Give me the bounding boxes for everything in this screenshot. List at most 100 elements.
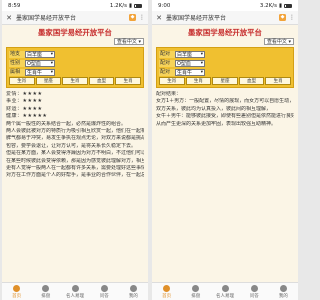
form-select[interactable]: 白羊座 (25, 50, 55, 58)
nav-item-chart[interactable]: 排盘 (31, 283, 60, 300)
status-bar: 8:59 1.2K/s ▮ (2, 0, 148, 11)
nav-label: 我的 (278, 293, 288, 299)
phone-screen-left: 8:59 1.2K/s ▮ ✕ 墨家国学易经开放平台 ◆ ⋮ 墨家国学易经开放平… (2, 0, 148, 300)
query-form: 配对 白羊座 配对 O型血 配对 生肖牛 生肖 生肖 星座 血型 生肖 (156, 47, 294, 88)
query-button[interactable]: 生肖 (9, 77, 35, 85)
bottom-nav: 首页 排盘 名人易理 问答 我的 (152, 282, 298, 300)
nav-item-celebrity[interactable]: 名人易理 (60, 283, 89, 300)
site-title: 墨家国学易经开放平台 (188, 28, 262, 37)
form-label: 地支 (9, 50, 25, 58)
query-button[interactable]: 生肖 (159, 77, 185, 85)
nav-label: 名人易理 (216, 293, 234, 299)
more-icon[interactable]: ⋮ (139, 14, 145, 21)
query-button[interactable]: 生肖 (62, 77, 88, 85)
form-label: 配对 (159, 50, 175, 58)
form-label: 配对 (159, 59, 175, 67)
bookmark-icon[interactable]: ◆ (129, 14, 136, 21)
nav-item-celebrity[interactable]: 名人易理 (210, 283, 239, 300)
form-select[interactable]: 生肖牛 (175, 68, 205, 76)
form-select[interactable]: O型血 (25, 59, 55, 67)
result-line: 健康：★★★★★ (6, 113, 48, 120)
nav-item-chart[interactable]: 排盘 (181, 283, 210, 300)
nav-label: 排盘 (41, 293, 51, 299)
result-line: 包容，要学会退让，让对方认可，是将关系长久稳定下去。 (6, 142, 137, 149)
query-button[interactable]: 生肖 (265, 77, 291, 85)
status-icons: 3.2K/s ▮ (260, 3, 292, 9)
taiji-icon (221, 284, 229, 292)
nav-item-home[interactable]: 首页 (152, 283, 181, 300)
result-line: 对方在工作方面是个人的好帮手，是事业的合作伙伴，在一起总能完成目标。 (6, 172, 144, 179)
signal-icon: ▮ (128, 2, 132, 9)
signal-icon: ▮ (278, 2, 282, 9)
nav-label: 问答 (99, 293, 109, 299)
nav-item-qa[interactable]: 问答 (240, 283, 269, 300)
language-select[interactable]: 查看中文 ▾ (263, 38, 294, 45)
battery-icon (134, 3, 142, 8)
chart-icon (42, 284, 50, 292)
close-icon[interactable]: ✕ (5, 14, 13, 22)
form-select[interactable]: 生肖牛 (25, 68, 55, 76)
network-speed: 1.2K/s (109, 2, 127, 9)
status-time: 8:59 (8, 2, 21, 9)
nav-label: 我的 (128, 293, 138, 299)
result-line: 事业：★★★★ (6, 98, 43, 105)
form-select[interactable]: 白羊座 (175, 50, 205, 58)
form-row: 配对 生肖牛 (159, 68, 291, 76)
nav-item-qa[interactable]: 问答 (90, 283, 119, 300)
result-line: 在某些时候彼此会变得依赖，那是因为感觉彼此理解对方，相互需要对方， (6, 157, 144, 164)
tab-title: 墨家国学易经开放平台 (16, 15, 77, 22)
page-content: 墨家国学易经开放平台 查看中文 ▾ 地支 白羊座 性别 O型血 属相 生肖牛 (2, 25, 148, 282)
battery-icon (284, 3, 292, 8)
query-button[interactable]: 生肖 (115, 77, 141, 85)
chart-icon (192, 284, 200, 292)
form-row: 性别 O型血 (9, 59, 141, 67)
user-icon (279, 284, 287, 292)
status-time: 9:00 (158, 2, 171, 9)
form-label: 配对 (159, 68, 175, 76)
query-button[interactable]: 星座 (212, 77, 238, 85)
nav-label: 首页 (162, 293, 172, 299)
result-line: 从而产生更深的关系更加牢固，表现出较强互助精神。 (156, 120, 277, 127)
site-title: 墨家国学易经开放平台 (38, 28, 112, 37)
result-line: 但是在某方面，某人会变得浮躁因为对方不明白，不过他们可以经营管理。 (6, 150, 144, 157)
language-select[interactable]: 查看中文 ▾ (113, 38, 144, 45)
browser-tab-bar: ✕ 墨家国学易经开放平台 ◆ ⋮ (152, 11, 298, 25)
result-line: 双方关系，彼此均为认真投入，彼此间的相互理解， (156, 105, 272, 112)
query-button[interactable]: 生肖 (185, 77, 212, 85)
more-icon[interactable]: ⋮ (289, 14, 295, 21)
query-button[interactable]: 星座 (35, 77, 62, 85)
user-icon (129, 284, 137, 292)
bookmark-icon[interactable]: ◆ (279, 14, 286, 21)
nav-item-profile[interactable]: 我的 (119, 283, 148, 300)
nav-item-home[interactable]: 首页 (2, 283, 31, 300)
bottom-nav: 首页 排盘 名人易理 问答 我的 (2, 282, 148, 300)
form-select[interactable]: O型血 (175, 59, 205, 67)
question-icon (250, 284, 258, 292)
status-bar: 9:00 3.2K/s ▮ (152, 0, 298, 11)
result-line: 财运：★★★★ (6, 105, 43, 112)
result-line: 两人会彼此被对方的特质行为吸引相互欣赏一起，他们在一起相得益彰，而双方 (6, 128, 144, 135)
result-text: 配对结果： 女方1＋男方：一般配置，尽情的展现，而女方可以自愿生动， 双方关系，… (156, 88, 294, 128)
query-button[interactable]: 血型 (238, 77, 265, 85)
page-content: 墨家国学易经开放平台 查看中文 ▾ 配对 白羊座 配对 O型血 配对 生肖牛 (152, 25, 298, 282)
guide-row: 查看中文 ▾ (6, 38, 144, 46)
tab-title: 墨家国学易经开放平台 (166, 15, 227, 22)
query-button[interactable]: 血型 (88, 77, 115, 85)
question-icon (100, 284, 108, 292)
nav-item-profile[interactable]: 我的 (269, 283, 298, 300)
home-icon (13, 284, 21, 292)
form-row: 配对 O型血 (159, 59, 291, 67)
form-row: 属相 生肖牛 (9, 68, 141, 76)
result-line: 更有人觉得一般两人在一起都有许多关系，需要处理好这些事情，保持良好关系。 (6, 165, 144, 172)
screenshot: 8:59 1.2K/s ▮ ✕ 墨家国学易经开放平台 ◆ ⋮ 墨家国学易经开放平… (0, 0, 300, 300)
query-form: 地支 白羊座 性别 O型血 属相 生肖牛 生肖 星座 生肖 血型 生肖 (6, 47, 144, 88)
nav-label: 问答 (249, 293, 259, 299)
result-text: 爱情：★★★★ 事业：★★★★ 财运：★★★★ 健康：★★★★★ 两个属一般性的… (6, 88, 144, 180)
form-row: 地支 白羊座 (9, 50, 141, 58)
guide-row: 查看中文 ▾ (156, 38, 294, 46)
phone-screen-right: 9:00 3.2K/s ▮ ✕ 墨家国学易经开放平台 ◆ ⋮ 墨家国学易经开放平… (152, 0, 298, 300)
result-line: 脾气都易于冲突，易发生争执在观点无论，对双方来说都是挑战，有时需要互相 (6, 135, 144, 142)
nav-label: 排盘 (191, 293, 201, 299)
close-icon[interactable]: ✕ (155, 14, 163, 22)
nav-label: 首页 (12, 293, 22, 299)
